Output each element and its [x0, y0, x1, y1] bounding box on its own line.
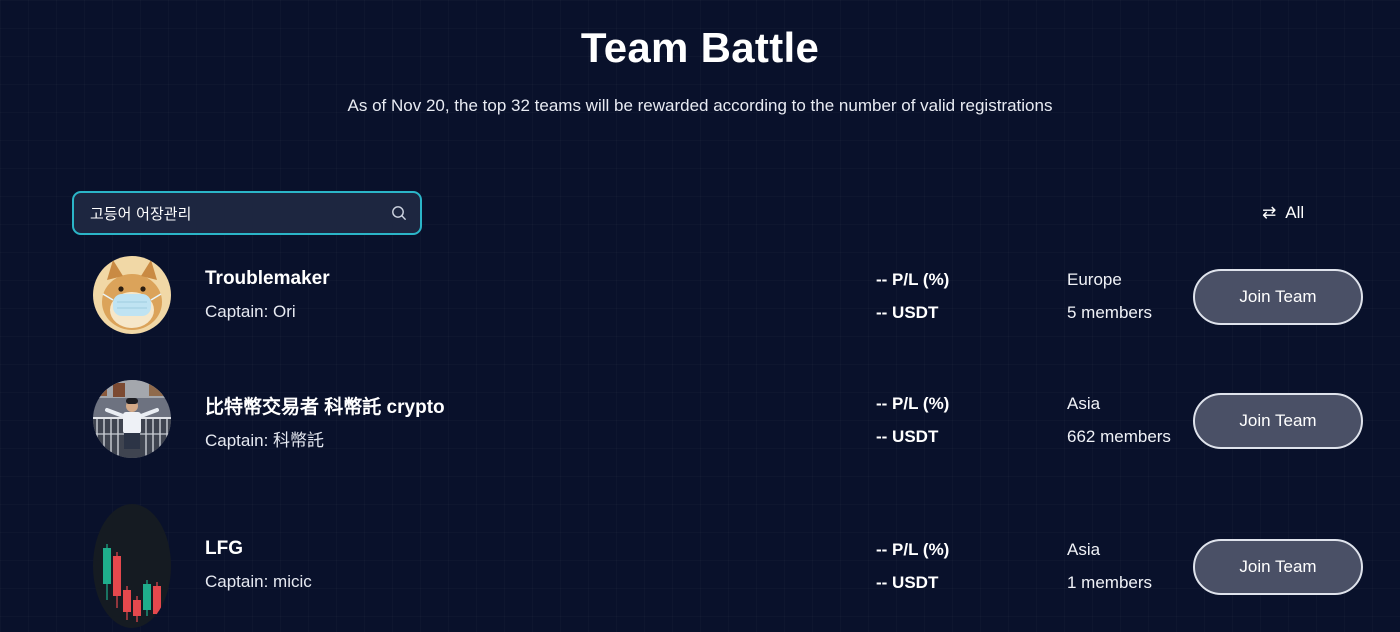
person-photo-avatar — [93, 380, 171, 458]
team-usdt-stat: -- USDT — [876, 303, 939, 322]
team-pl-stat: -- P/L (%) — [876, 394, 950, 413]
team-search-input[interactable] — [90, 204, 390, 222]
page-title: Team Battle — [580, 24, 820, 71]
team-region: Asia — [1067, 540, 1101, 559]
team-battle-page: Team Battle As of Nov 20, the top 32 tea… — [0, 0, 1400, 632]
team-name[interactable]: 比特幣交易者 科幣託 crypto — [205, 392, 445, 419]
team-captain: Captain: 科幣託 — [205, 431, 325, 450]
join-team-button[interactable]: Join Team — [1193, 539, 1363, 595]
filter-all-button[interactable]: ⇄ All — [1262, 200, 1304, 226]
join-team-button[interactable]: Join Team — [1193, 393, 1363, 449]
team-pl-stat: -- P/L (%) — [876, 540, 950, 559]
team-pl-stat: -- P/L (%) — [876, 270, 950, 289]
team-row: LFG Captain: micic -- P/L (%) -- USDT As… — [0, 504, 1400, 632]
team-region: Asia — [1067, 394, 1101, 413]
filter-label: All — [1285, 203, 1305, 222]
team-search-box[interactable] — [72, 191, 422, 235]
shiba-dog-with-mask-avatar — [93, 256, 171, 334]
team-captain: Captain: micic — [205, 572, 312, 591]
swap-arrows-icon: ⇄ — [1262, 203, 1277, 222]
team-usdt-stat: -- USDT — [876, 427, 939, 446]
search-icon[interactable] — [390, 204, 408, 222]
team-members-count: 5 members — [1067, 303, 1153, 322]
team-usdt-stat: -- USDT — [876, 573, 939, 592]
team-row: Troublemaker Captain: Ori -- P/L (%) -- … — [0, 256, 1400, 336]
team-row: 比特幣交易者 科幣託 crypto Captain: 科幣託 -- P/L (%… — [0, 380, 1400, 460]
team-members-count: 662 members — [1067, 427, 1171, 446]
team-members-count: 1 members — [1067, 573, 1153, 592]
team-region: Europe — [1067, 270, 1122, 289]
team-name[interactable]: LFG — [205, 538, 243, 560]
team-captain: Captain: Ori — [205, 302, 296, 321]
candlestick-chart-avatar — [93, 504, 171, 628]
team-name[interactable]: Troublemaker — [205, 268, 330, 290]
join-team-button[interactable]: Join Team — [1193, 269, 1363, 325]
page-subtitle: As of Nov 20, the top 32 teams will be r… — [347, 96, 1053, 115]
